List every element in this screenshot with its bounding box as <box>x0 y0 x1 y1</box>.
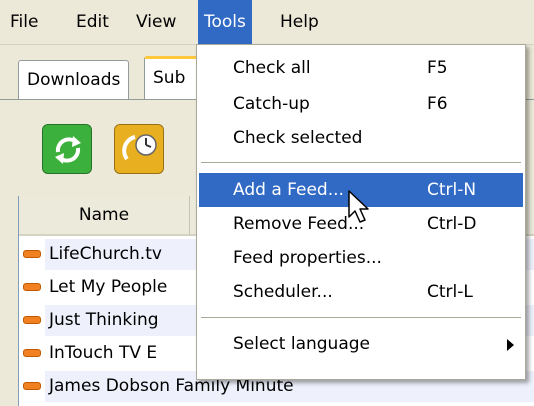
menu-item-check-selected[interactable]: Check selected <box>199 121 523 155</box>
menu-item-shortcut: Ctrl-L <box>427 282 473 302</box>
check-all-button[interactable] <box>42 124 92 174</box>
menu-item-label: Remove Feed... <box>233 214 365 234</box>
tab-downloads[interactable]: Downloads <box>18 60 130 99</box>
menu-item-shortcut: Ctrl-N <box>427 180 477 200</box>
menu-item-scheduler[interactable]: Scheduler... Ctrl-L <box>199 275 523 309</box>
feed-name: Just Thinking <box>49 310 159 330</box>
feed-icon <box>23 382 41 390</box>
menu-bar: File Edit View Tools Help <box>0 0 534 45</box>
submenu-arrow-icon <box>507 339 514 351</box>
menu-edit[interactable]: Edit <box>70 0 115 44</box>
tab-subscriptions[interactable]: Sub <box>144 56 202 101</box>
menu-item-shortcut: F5 <box>427 58 448 78</box>
menu-separator <box>201 162 521 166</box>
feed-name: InTouch TV E <box>49 343 158 363</box>
menu-view[interactable]: View <box>130 0 182 44</box>
menu-help[interactable]: Help <box>274 0 325 44</box>
feed-name: LifeChurch.tv <box>49 244 162 264</box>
column-header-name[interactable]: Name <box>19 196 190 234</box>
menu-item-catch-up[interactable]: Catch-up F6 <box>199 87 523 121</box>
menu-item-label: Catch-up <box>233 94 310 114</box>
menu-item-label: Scheduler... <box>233 282 333 302</box>
menu-item-label: Add a Feed... <box>233 180 344 200</box>
menu-item-shortcut: F6 <box>427 94 448 114</box>
mouse-cursor-icon <box>348 190 369 223</box>
menu-item-feed-properties[interactable]: Feed properties... <box>199 241 523 275</box>
menu-item-label: Check selected <box>233 128 363 148</box>
feed-icon <box>23 283 41 291</box>
catch-up-button[interactable] <box>114 124 164 174</box>
refresh-icon <box>55 136 81 164</box>
menu-item-select-language[interactable]: Select language <box>199 327 523 361</box>
feed-icon <box>23 316 41 324</box>
menu-item-label: Select language <box>233 334 370 354</box>
menu-file[interactable]: File <box>4 0 44 44</box>
menu-separator <box>201 317 521 321</box>
clock-refresh-icon <box>122 134 157 161</box>
menu-item-shortcut: Ctrl-D <box>427 214 477 234</box>
feed-name: Let My People <box>49 277 168 297</box>
menu-item-label: Check all <box>233 58 311 78</box>
feed-icon <box>23 349 41 357</box>
menu-item-label: Feed properties... <box>233 248 382 268</box>
menu-tools[interactable]: Tools <box>198 0 252 44</box>
feed-icon <box>23 250 41 258</box>
menu-item-check-all[interactable]: Check all F5 <box>199 51 523 85</box>
